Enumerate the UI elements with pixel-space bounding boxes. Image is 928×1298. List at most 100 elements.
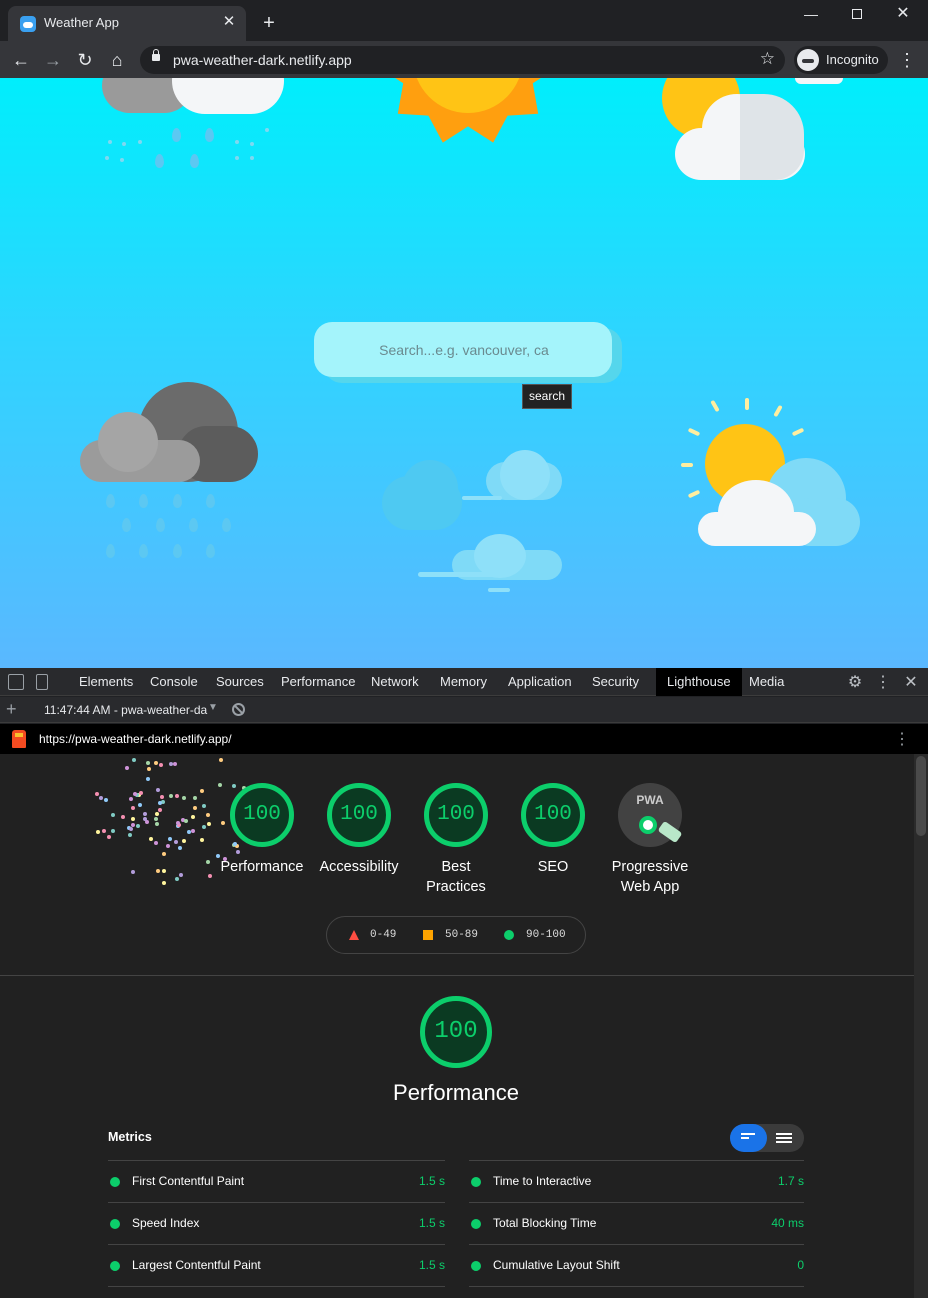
metric-row-divider <box>108 1286 445 1298</box>
report-selector[interactable]: 11:47:44 AM - pwa-weather-da <box>44 703 207 717</box>
pwa-badge[interactable]: PWA <box>618 783 682 847</box>
devtools-menu-icon[interactable]: ⋮ <box>873 672 893 692</box>
search-input[interactable] <box>334 338 594 362</box>
device-toolbar-icon[interactable] <box>36 674 48 690</box>
confetti-dot <box>95 792 99 796</box>
confetti-dot <box>184 819 188 823</box>
tab-sources[interactable]: Sources <box>205 668 275 696</box>
tab-lighthouse[interactable]: Lighthouse <box>656 668 742 696</box>
report-menu-icon[interactable]: ⋮ <box>894 729 910 749</box>
confetti-dot <box>158 801 162 805</box>
label-accessibility: Accessibility <box>319 859 399 875</box>
gauge-best-practices[interactable]: 100 <box>424 783 488 847</box>
confetti-dot <box>129 827 133 831</box>
browser-menu-icon[interactable]: ⋮ <box>898 49 916 71</box>
scrollbar-thumb[interactable] <box>916 756 926 836</box>
lock-icon[interactable] <box>152 49 160 61</box>
confetti-dot <box>143 817 147 821</box>
confetti-dot <box>218 783 222 787</box>
clear-reports-icon[interactable] <box>232 703 245 716</box>
search-button[interactable]: search <box>522 384 572 409</box>
lighthouse-url-bar: https://pwa-weather-dark.netlify.app/ ⋮ <box>0 724 928 754</box>
confetti-dot <box>174 840 178 844</box>
expanded-view-icon[interactable] <box>776 1133 792 1143</box>
audited-url[interactable]: https://pwa-weather-dark.netlify.app/ <box>39 732 232 746</box>
confetti-dot <box>125 766 129 770</box>
tab-elements[interactable]: Elements <box>68 668 144 696</box>
tab-security[interactable]: Security <box>581 668 650 696</box>
confetti-dot <box>155 822 159 826</box>
report-scrollbar[interactable] <box>914 754 928 1298</box>
gauge-seo[interactable]: 100 <box>521 783 585 847</box>
tab-console[interactable]: Console <box>139 668 209 696</box>
confetti-dot <box>175 794 179 798</box>
confetti-dot <box>202 825 206 829</box>
chevron-down-icon[interactable]: ▼ <box>208 702 218 713</box>
maximize-button[interactable] <box>834 0 880 30</box>
address-bar[interactable]: pwa-weather-dark.netlify.app ☆ <box>140 46 785 74</box>
tab-performance[interactable]: Performance <box>270 668 366 696</box>
confetti-dot <box>202 804 206 808</box>
confetti-dot <box>160 795 164 799</box>
compact-view-button[interactable] <box>730 1124 767 1152</box>
confetti-dot <box>200 838 204 842</box>
tab-strip: Weather App ✕ + — ✕ <box>0 0 928 41</box>
pass-circle-icon <box>471 1219 481 1229</box>
confetti-dot <box>111 829 115 833</box>
confetti-dot <box>207 822 211 826</box>
lighthouse-toolbar: + 11:47:44 AM - pwa-weather-da ▼ <box>0 697 928 723</box>
reload-button[interactable]: ↻ <box>72 47 98 73</box>
minimize-button[interactable]: — <box>788 0 834 30</box>
settings-gear-icon[interactable]: ⚙ <box>845 672 865 692</box>
tab-application[interactable]: Application <box>497 668 583 696</box>
metric-row-divider <box>469 1286 804 1298</box>
confetti-dot <box>176 821 180 825</box>
confetti-dot <box>236 850 240 854</box>
inspect-element-icon[interactable] <box>8 674 24 690</box>
tab-memory[interactable]: Memory <box>429 668 498 696</box>
devtools-tabbar: Elements Console Sources Performance Net… <box>0 668 928 696</box>
home-button[interactable]: ⌂ <box>104 47 130 73</box>
confetti-dot <box>155 812 159 816</box>
new-report-icon[interactable]: + <box>6 699 17 720</box>
confetti-dot <box>129 797 133 801</box>
confetti-dot <box>154 841 158 845</box>
legend-fail: 0-49 <box>370 929 397 941</box>
new-tab-button[interactable]: + <box>258 12 280 34</box>
url-text[interactable]: pwa-weather-dark.netlify.app <box>173 52 352 68</box>
confetti-dot <box>162 869 166 873</box>
bookmark-star-icon[interactable]: ☆ <box>760 49 775 69</box>
metrics-view-toggle[interactable] <box>730 1124 804 1152</box>
close-tab-icon[interactable]: ✕ <box>220 13 238 31</box>
label-best-practices: Best Practices <box>426 859 486 895</box>
confetti-dot <box>132 758 136 762</box>
forward-button[interactable]: → <box>40 47 66 73</box>
gauge-performance[interactable]: 100 <box>230 783 294 847</box>
pass-circle-icon <box>471 1177 481 1187</box>
tab-media[interactable]: Media <box>738 668 795 696</box>
confetti-dot <box>162 881 166 885</box>
metric-name: Speed Index <box>132 1216 200 1230</box>
confetti-dot <box>107 835 111 839</box>
metric-name: First Contentful Paint <box>132 1174 245 1188</box>
tab-title: Weather App <box>44 15 119 30</box>
confetti-dot <box>193 806 197 810</box>
metric-row: Cumulative Layout Shift 0 <box>469 1244 804 1286</box>
score-best-practices: 100 <box>437 803 475 826</box>
back-button[interactable]: ← <box>8 47 34 73</box>
browser-tab[interactable]: Weather App ✕ <box>8 6 246 41</box>
confetti-dot <box>154 817 158 821</box>
metric-value: 1.7 s <box>777 1174 804 1188</box>
confetti-dot <box>169 762 173 766</box>
gauge-accessibility[interactable]: 100 <box>327 783 391 847</box>
pwa-badge-text: PWA <box>636 793 664 807</box>
confetti-dot <box>200 789 204 793</box>
confetti-dot <box>131 806 135 810</box>
metric-name: Cumulative Layout Shift <box>493 1258 620 1272</box>
close-window-button[interactable]: ✕ <box>880 0 926 30</box>
legend-average: 50-89 <box>445 929 479 941</box>
tab-network[interactable]: Network <box>360 668 430 696</box>
incognito-indicator[interactable]: Incognito <box>794 46 888 74</box>
close-devtools-icon[interactable]: ✕ <box>901 672 921 692</box>
pass-circle-icon <box>110 1261 120 1271</box>
